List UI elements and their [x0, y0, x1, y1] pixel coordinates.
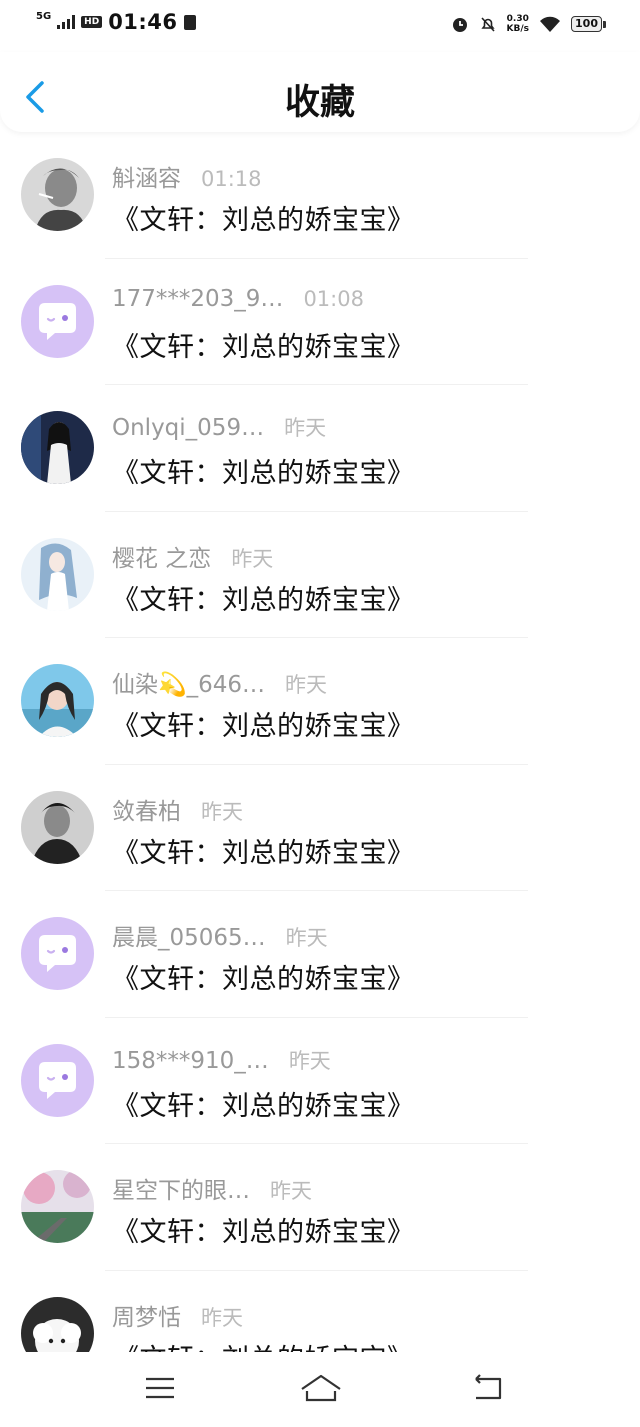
item-time: 昨天 — [270, 1179, 312, 1203]
avatar[interactable] — [21, 1170, 94, 1243]
avatar[interactable] — [21, 790, 94, 864]
avatar[interactable] — [21, 284, 94, 358]
item-time: 昨天 — [285, 673, 328, 697]
item-time: 昨天 — [201, 1305, 243, 1330]
item-header: 樱花 之恋 昨天 — [112, 539, 273, 573]
sender-name: 177***203_9… — [112, 285, 284, 312]
item-message: 《文轩：刘总的娇宝宝》 — [112, 458, 415, 489]
avatar[interactable] — [21, 1296, 94, 1352]
item-message: 《文轩：刘总的娇宝宝》 — [112, 205, 415, 236]
sender-name: 星空下的眼… — [112, 1178, 250, 1204]
item-time: 昨天 — [288, 1048, 331, 1073]
page-title: 收藏 — [284, 83, 355, 123]
item-header: Onlyqi_059… 昨天 — [112, 412, 326, 442]
favorite-item[interactable]: 177***203_9… 01:08 《文轩：刘总的娇宝宝》 — [0, 259, 640, 385]
status-right: 0.30 KB/s 100 — [451, 14, 606, 34]
status-bar: 5G HD 01:46 0.30 KB/s 100 — [0, 0, 640, 52]
battery-level: 100 — [571, 16, 602, 32]
avatar[interactable] — [21, 537, 94, 611]
speed-value: 0.30 — [506, 14, 529, 24]
app-header: 收藏 — [0, 52, 640, 132]
item-time: 昨天 — [201, 799, 243, 824]
item-message: 《文轩：刘总的娇宝宝》 — [112, 331, 415, 363]
avatar[interactable] — [21, 1043, 94, 1117]
sender-name: 敛春柏 — [112, 798, 181, 825]
item-message: 《文轩：刘总的娇宝宝》 — [112, 1217, 415, 1248]
mute-bell-icon — [480, 17, 495, 32]
alarm-icon — [452, 18, 467, 32]
item-message: 《文轩：刘总的娇宝宝》 — [112, 711, 415, 742]
avatar[interactable] — [21, 411, 94, 484]
item-message: 《文轩：刘总的娇宝宝》 — [112, 1337, 415, 1353]
hd-badge: HD — [81, 16, 103, 28]
sender-name: Onlyqi_059… — [112, 415, 265, 441]
speed-unit: KB/s — [506, 24, 530, 34]
favorite-item[interactable]: 敛春柏 昨天《文轩：刘总的娇宝宝》 — [0, 765, 640, 891]
item-message: 《文轩：刘总的娇宝宝》 — [112, 964, 415, 995]
wifi-icon — [540, 16, 561, 32]
item-time: 昨天 — [231, 546, 274, 571]
favorite-item[interactable]: 158***910_… 昨天《文轩：刘总的娇宝宝》 — [0, 1018, 640, 1144]
sender-name: 斛涵容 — [112, 166, 181, 192]
item-message: 《文轩：刘总的娇宝宝》 — [112, 584, 415, 616]
favorite-item[interactable]: 周梦恬昨天《文轩：刘总的娇宝宝》 — [0, 1271, 640, 1353]
network-speed: 0.30 KB/s — [507, 14, 529, 34]
item-header: 晨晨_05065… 昨天 — [112, 918, 328, 952]
status-left: 5G HD 01:46 — [36, 10, 196, 34]
network-type: 5G — [36, 10, 52, 22]
item-header: 敛春柏 昨天 — [112, 792, 243, 826]
favorite-item[interactable]: 晨晨_05065… 昨天《文轩：刘总的娇宝宝》 — [0, 891, 640, 1018]
sender-name: 周梦恬 — [112, 1304, 181, 1331]
favorite-item[interactable]: 仙染💫_646… 昨天《文轩：刘总的娇宝宝》 — [0, 638, 640, 765]
home-icon[interactable] — [298, 1370, 344, 1406]
item-header: 周梦恬 昨天 — [112, 1298, 243, 1332]
sender-name: 晨晨_05065… — [112, 925, 266, 951]
favorites-list[interactable]: 斛涵容 01:18 《文轩：刘总的娇宝宝》 177***203_9… 01:08 《文轩… — [0, 132, 640, 1352]
menu-icon[interactable] — [140, 1370, 180, 1406]
favorite-item[interactable]: 星空下的眼… 昨天《文轩：刘总的娇宝宝》 — [0, 1144, 640, 1271]
item-time: 昨天 — [285, 926, 328, 950]
sender-name: 樱花 之恋 — [112, 545, 212, 572]
sender-name: 仙染💫_646… — [112, 672, 266, 698]
signal-icon — [57, 15, 76, 29]
system-nav-bar — [0, 1352, 640, 1427]
item-message: 《文轩：刘总的娇宝宝》 — [112, 837, 415, 869]
avatar[interactable] — [21, 158, 94, 231]
sim-icon — [183, 14, 196, 30]
favorite-item[interactable]: 樱花 之恋 昨天《文轩：刘总的娇宝宝》 — [0, 512, 640, 638]
status-time: 01:46 — [108, 10, 178, 34]
item-header: 斛涵容 01:18 — [112, 159, 262, 193]
item-time: 昨天 — [284, 416, 327, 440]
favorite-item[interactable]: Onlyqi_059… 昨天《文轩：刘总的娇宝宝》 — [0, 385, 640, 512]
item-header: 158***910_… 昨天 — [112, 1045, 331, 1075]
item-time: 01:18 — [201, 167, 262, 191]
return-icon[interactable] — [468, 1370, 508, 1406]
sender-name: 158***910_… — [112, 1047, 269, 1074]
favorite-item[interactable]: 斛涵容 01:18 《文轩：刘总的娇宝宝》 — [0, 132, 640, 259]
item-header: 星空下的眼… 昨天 — [112, 1171, 312, 1205]
avatar[interactable] — [21, 664, 94, 737]
item-header: 仙染💫_646… 昨天 — [112, 665, 327, 699]
item-time: 01:08 — [303, 286, 364, 311]
avatar[interactable] — [21, 917, 94, 990]
item-header: 177***203_9… 01:08 — [112, 286, 364, 312]
battery-icon: 100 — [571, 16, 606, 32]
item-message: 《文轩：刘总的娇宝宝》 — [112, 1090, 415, 1122]
